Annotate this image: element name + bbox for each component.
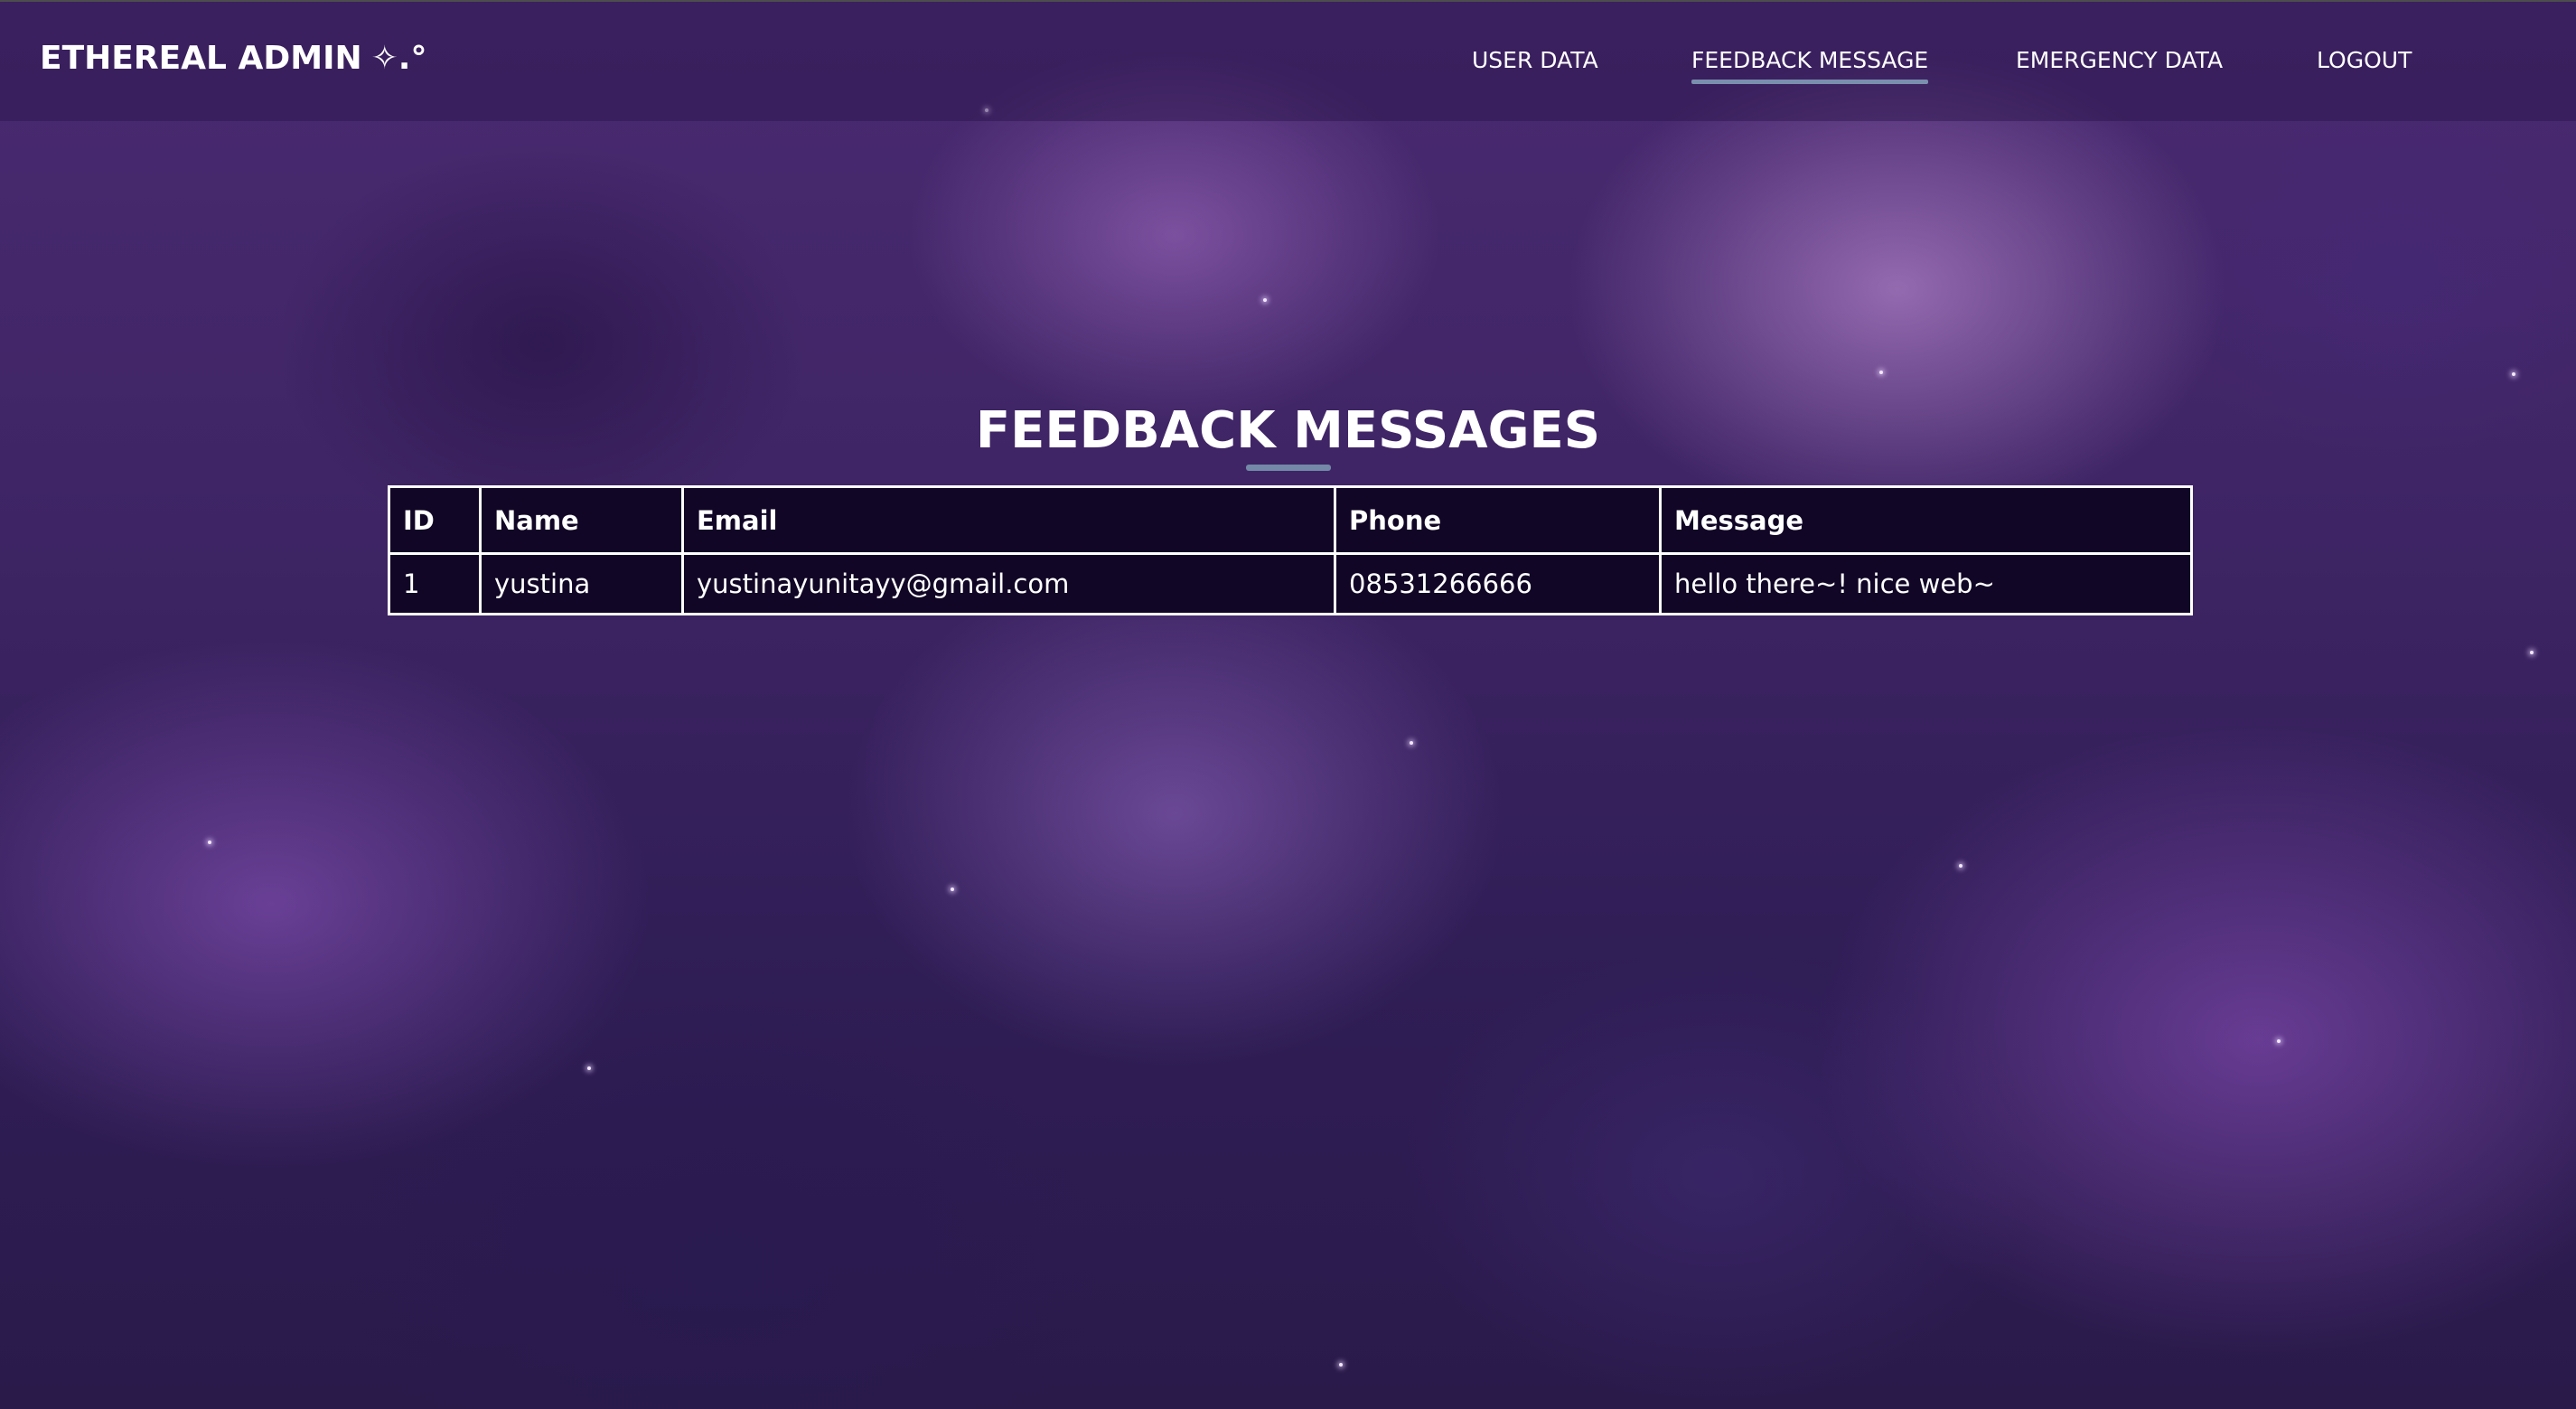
star-sparkle: [2530, 651, 2534, 654]
top-navbar: ETHEREAL ADMIN ✧.° USER DATA FEEDBACK MES…: [0, 0, 2576, 121]
star-sparkle: [208, 841, 211, 844]
star-sparkle: [1410, 741, 1413, 745]
column-header-id: ID: [388, 485, 482, 555]
brand-logo[interactable]: ETHEREAL ADMIN ✧.°: [40, 40, 426, 77]
cell-email: yustinayunitayy@gmail.com: [681, 552, 1336, 615]
nav-link-logout[interactable]: LOGOUT: [2317, 47, 2412, 73]
cell-id: 1: [388, 552, 482, 615]
nav-link-user-data[interactable]: USER DATA: [1472, 47, 1598, 73]
title-underline: [1246, 465, 1331, 471]
column-header-email: Email: [681, 485, 1336, 555]
star-sparkle: [1879, 371, 1883, 374]
star-sparkle: [2277, 1039, 2281, 1043]
column-header-message: Message: [1659, 485, 2193, 555]
sparkle-icon: ✧.°: [370, 40, 427, 77]
cell-phone: 08531266666: [1334, 552, 1662, 615]
page-title: FEEDBACK MESSAGES: [975, 401, 1601, 460]
star-sparkle: [1959, 864, 1962, 868]
cell-message: hello there~! nice web~: [1659, 552, 2193, 615]
cell-name: yustina: [479, 552, 684, 615]
star-sparkle: [587, 1066, 591, 1070]
table-row: 1 yustina yustinayunitayy@gmail.com 0853…: [388, 552, 2193, 615]
nav-link-emergency-data[interactable]: EMERGENCY DATA: [2016, 47, 2223, 73]
star-sparkle: [951, 888, 954, 891]
column-header-phone: Phone: [1334, 485, 1662, 555]
nebula-background: [0, 0, 2576, 1409]
star-sparkle: [1339, 1363, 1343, 1367]
feedback-table-container: ID Name Email Phone Message 1 yustina yu…: [388, 485, 2193, 615]
feedback-table: ID Name Email Phone Message 1 yustina yu…: [388, 485, 2193, 615]
table-header-row: ID Name Email Phone Message: [388, 485, 2193, 555]
column-header-name: Name: [479, 485, 684, 555]
star-sparkle: [2512, 372, 2515, 376]
nav-link-feedback-message[interactable]: FEEDBACK MESSAGE: [1691, 47, 1929, 84]
brand-name: ETHEREAL ADMIN: [40, 40, 362, 77]
star-sparkle: [1263, 298, 1267, 302]
